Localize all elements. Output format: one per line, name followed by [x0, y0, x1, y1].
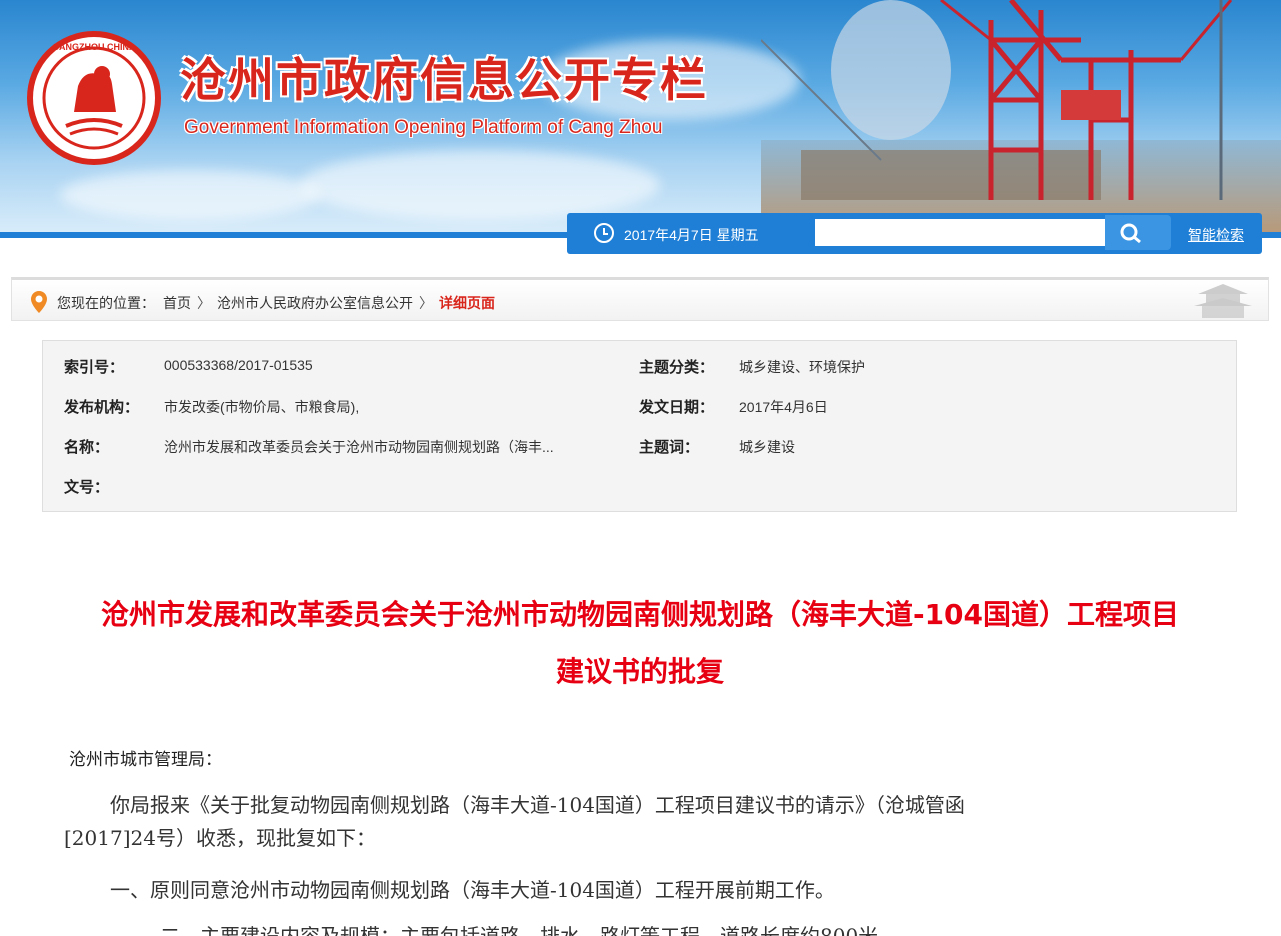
date-label: 发文日期： — [639, 399, 715, 416]
index-label: 索引号： — [64, 359, 125, 376]
cangzhou-logo: CANGZHOU CHINA — [27, 31, 161, 165]
paragraph-1-line-1: 你局报来《关于批复动物园南侧规划路（海丰大道-104国道）工程项目建议书的请示》… — [110, 793, 965, 817]
breadcrumb-office-link[interactable]: 沧州市人民政府办公室信息公开 — [217, 295, 413, 311]
cloud-decoration — [60, 170, 320, 220]
index-value: 000533368/2017-01535 — [164, 357, 313, 373]
article-salutation: 沧州市城市管理局： — [69, 750, 222, 769]
keyword-label: 主题词： — [639, 439, 700, 456]
breadcrumb-home-link[interactable]: 首页 — [163, 295, 191, 311]
search-input[interactable] — [815, 219, 1105, 246]
cloud-decoration — [300, 150, 660, 220]
article-paragraph-2: 一、原则同意沧州市动物园南侧规划路（海丰大道-104国道）工程开展前期工作。 — [110, 878, 835, 902]
name-value: 沧州市发展和改革委员会关于沧州市动物园南侧规划路（海丰... — [164, 439, 554, 455]
breadcrumb-current: 详细页面 — [439, 295, 495, 311]
article-paragraph-1: 你局报来《关于批复动物园南侧规划路（海丰大道-104国道）工程项目建议书的请示》… — [64, 789, 1174, 855]
category-value: 城乡建设、环境保护 — [739, 359, 865, 375]
docno-label: 文号： — [64, 479, 110, 496]
publisher-value: 市发改委(市物价局、市粮食局), — [164, 399, 360, 415]
location-pin-icon — [31, 291, 47, 313]
category-label: 主题分类： — [639, 359, 715, 376]
keyword-value: 城乡建设 — [739, 439, 795, 455]
site-subtitle: Government Information Opening Platform … — [184, 117, 663, 138]
article-title-line-1: 沧州市发展和改革委员会关于沧州市动物园南侧规划路（海丰大道-104国道）工程项目 — [100, 598, 1180, 631]
date-search-bar: 2017年4月7日 星期五 智能检索 — [567, 213, 1262, 254]
clock-icon — [594, 223, 614, 243]
current-date: 2017年4月7日 星期五 — [624, 227, 759, 243]
publisher-label: 发布机构： — [64, 399, 140, 416]
breadcrumb-label: 您现在的位置： — [57, 295, 155, 311]
breadcrumb-separator: 〉 — [197, 295, 211, 311]
paragraph-1-line-2: [2017]24号）收悉，现批复如下： — [64, 826, 376, 850]
breadcrumb: 您现在的位置： 首页〉沧州市人民政府办公室信息公开〉详细页面 — [11, 277, 1269, 321]
header-banner: CANGZHOU CHINA 沧州市政府信息公开专栏 Government In… — [0, 0, 1281, 232]
search-icon — [1120, 223, 1141, 244]
article-paragraph-3: 二、主要建设内容及规模：主要包括道路、排水、路灯等工程。道路长度约800米 — [160, 924, 879, 936]
logo-text: CANGZHOU CHINA — [53, 42, 136, 52]
article-title: 沧州市发展和改革委员会关于沧州市动物园南侧规划路（海丰大道-104国道）工程项目… — [50, 586, 1230, 700]
article-title-line-2: 建议书的批复 — [555, 655, 724, 688]
port-crane-image — [761, 0, 1281, 232]
site-title: 沧州市政府信息公开专栏 — [180, 53, 708, 107]
breadcrumb-separator: 〉 — [419, 295, 433, 311]
pavilion-decoration — [1194, 284, 1252, 318]
date-value: 2017年4月6日 — [739, 399, 828, 415]
document-meta-table: 索引号： 000533368/2017-01535 主题分类： 城乡建设、环境保… — [42, 340, 1237, 512]
smart-search-link[interactable]: 智能检索 — [1188, 225, 1244, 245]
name-label: 名称： — [64, 439, 110, 456]
breadcrumb-trail: 首页〉沧州市人民政府办公室信息公开〉详细页面 — [163, 293, 495, 313]
search-button[interactable] — [1105, 215, 1171, 250]
